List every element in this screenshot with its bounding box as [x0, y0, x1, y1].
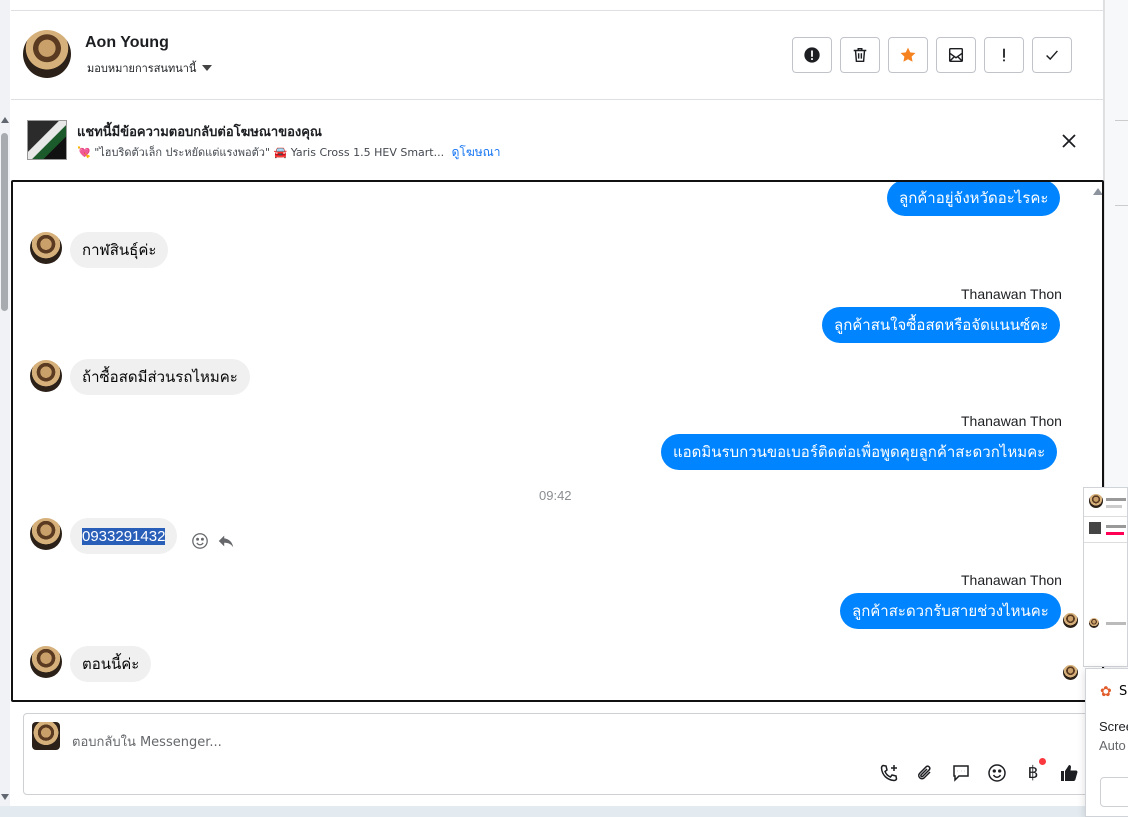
close-icon[interactable]: [1059, 131, 1079, 151]
contact-message-avatar: [30, 646, 62, 678]
saved-replies-icon: [953, 765, 969, 782]
contact-name[interactable]: Aon Young: [85, 34, 169, 52]
page-avatar: [32, 722, 60, 750]
alert-circle-icon: [804, 47, 820, 63]
attach-button[interactable]: [914, 762, 936, 784]
read-receipt-avatar: [1063, 665, 1078, 680]
contact-message-avatar: [30, 360, 62, 392]
caret-down-icon: [202, 65, 213, 71]
message-incoming[interactable]: ถ้าซื้อสดมีส่วนรถไหมคะ: [70, 359, 250, 395]
contact-avatar[interactable]: [23, 30, 71, 78]
payment-icon: ฿: [1027, 763, 1039, 783]
delete-button[interactable]: [840, 37, 880, 73]
saved-replies-button[interactable]: [950, 762, 972, 784]
divider: [1115, 120, 1128, 121]
view-ad-link[interactable]: ดูโฆษณา: [452, 145, 501, 159]
message-outgoing[interactable]: ลูกค้าสนใจซื้อสดหรือจัดแนนซ์คะ: [822, 307, 1061, 343]
conversation-preview-thumbnail[interactable]: [1083, 487, 1128, 667]
app-logo-icon: ✿: [1100, 684, 1112, 700]
screen-recorder-notification[interactable]: ✿ S Scree Auto: [1085, 668, 1128, 817]
message-thread[interactable]: ลูกค้าอยู่จังหวัดอะไรคะ กาฬสินธุ์ค่ะ Tha…: [11, 180, 1104, 702]
scrollbar-thumb[interactable]: [1, 133, 8, 311]
reply-input[interactable]: ตอบกลับใน Messenger...: [72, 731, 222, 752]
divider: [1115, 205, 1128, 206]
ad-thumbnail[interactable]: [27, 120, 67, 160]
emoji-icon: [988, 764, 1006, 782]
assign-label: มอบหมายการสนทนานี้: [87, 62, 197, 75]
scroll-up-arrow[interactable]: [1, 117, 9, 123]
call-button[interactable]: [878, 762, 900, 784]
divider: [1084, 542, 1127, 543]
sender-name: Thanawan Thon: [961, 572, 1062, 588]
sender-name: Thanawan Thon: [961, 413, 1062, 429]
exclamation-icon: [1003, 48, 1005, 62]
alert-button[interactable]: [792, 37, 832, 73]
reply-icon[interactable]: [217, 532, 235, 550]
left-scrollbar[interactable]: [0, 0, 10, 817]
notification-title: Scree: [1099, 719, 1128, 734]
contact-message-avatar: [30, 232, 62, 264]
attachment-icon: [918, 765, 931, 780]
payment-button[interactable]: ฿: [1022, 758, 1046, 784]
divider: [1084, 516, 1127, 517]
mark-important-button[interactable]: [984, 37, 1024, 73]
preview-text-line: [1106, 498, 1126, 501]
composer-tools: ฿: [878, 758, 1080, 784]
notification-app-letter: S: [1119, 684, 1128, 699]
message-timestamp: 09:42: [539, 488, 572, 503]
notification-subtitle: Auto: [1099, 738, 1126, 753]
spam-button[interactable]: [936, 37, 976, 73]
ad-quote: "ไฮบริดตัวเล็ก ประหยัดแต่แรงพอตัว": [94, 146, 270, 159]
spam-icon: [948, 47, 964, 63]
ad-banner-title: แชทนี้มีข้อความตอบกลับต่อโฆษณาของคุณ: [77, 125, 322, 140]
emoji-button[interactable]: [986, 762, 1008, 784]
message-outgoing[interactable]: ลูกค้าสะดวกรับสายช่วงไหนคะ: [840, 593, 1061, 629]
scroll-down-arrow[interactable]: [1, 794, 9, 800]
preview-ad-thumbnail: [1089, 522, 1101, 534]
like-button[interactable]: [1058, 762, 1080, 784]
car-emoji: 🚘: [273, 146, 288, 159]
trash-icon: [853, 47, 867, 63]
heart-emoji: 💘: [77, 146, 91, 159]
call-add-icon: [880, 764, 898, 782]
selected-phone-number[interactable]: 0933291432: [82, 528, 166, 545]
preview-text-line: [1106, 532, 1124, 535]
star-button[interactable]: [888, 37, 928, 73]
preview-avatar: [1089, 618, 1099, 628]
preview-text-line: [1106, 525, 1126, 528]
preview-text-line: [1106, 505, 1122, 508]
conversation-header: Aon Young มอบหมายการสนทนานี้: [11, 11, 1104, 100]
star-icon: [900, 47, 916, 62]
preview-text-line: [1106, 622, 1126, 625]
ad-model: Yaris Cross 1.5 HEV Smart...: [290, 146, 445, 159]
ad-banner-subtitle: 💘 "ไฮบริดตัวเล็ก ประหยัดแต่แรงพอตัว" 🚘 Y…: [77, 143, 501, 162]
thumbs-up-icon: [1061, 765, 1078, 781]
emoji-react-icon[interactable]: [191, 532, 209, 550]
mark-done-button[interactable]: [1032, 37, 1072, 73]
read-receipt-avatar: [1063, 613, 1078, 628]
message-incoming[interactable]: 0933291432: [70, 518, 178, 554]
thread-scroll-up-arrow[interactable]: [1093, 188, 1102, 195]
preview-avatar: [1089, 494, 1103, 508]
bottom-band: [0, 806, 1104, 817]
check-icon: [1046, 50, 1058, 61]
reply-composer[interactable]: ตอบกลับใน Messenger... ฿: [23, 713, 1104, 795]
message-outgoing[interactable]: ลูกค้าอยู่จังหวัดอะไรคะ: [887, 182, 1061, 216]
sender-name: Thanawan Thon: [961, 286, 1062, 302]
message-outgoing[interactable]: แอดมินรบกวนขอเบอร์ติดต่อเพื่อพูดคุยลูกค้…: [661, 434, 1058, 470]
message-incoming[interactable]: กาฬสินธุ์ค่ะ: [70, 232, 169, 268]
notification-dot: [1039, 758, 1046, 765]
ad-reply-banner: แชทนี้มีข้อความตอบกลับต่อโฆษณาของคุณ 💘 "…: [11, 101, 1104, 179]
assign-conversation-dropdown[interactable]: มอบหมายการสนทนานี้: [87, 59, 213, 77]
conversation-panel: Aon Young มอบหมายการสนทนานี้ แชทนี้มีข้อ…: [11, 0, 1104, 817]
notification-button[interactable]: [1100, 777, 1128, 807]
contact-message-avatar: [30, 518, 62, 550]
header-actions: [792, 37, 1072, 73]
message-incoming[interactable]: ตอนนี้ค่ะ: [70, 646, 152, 682]
message-actions: [191, 532, 235, 550]
